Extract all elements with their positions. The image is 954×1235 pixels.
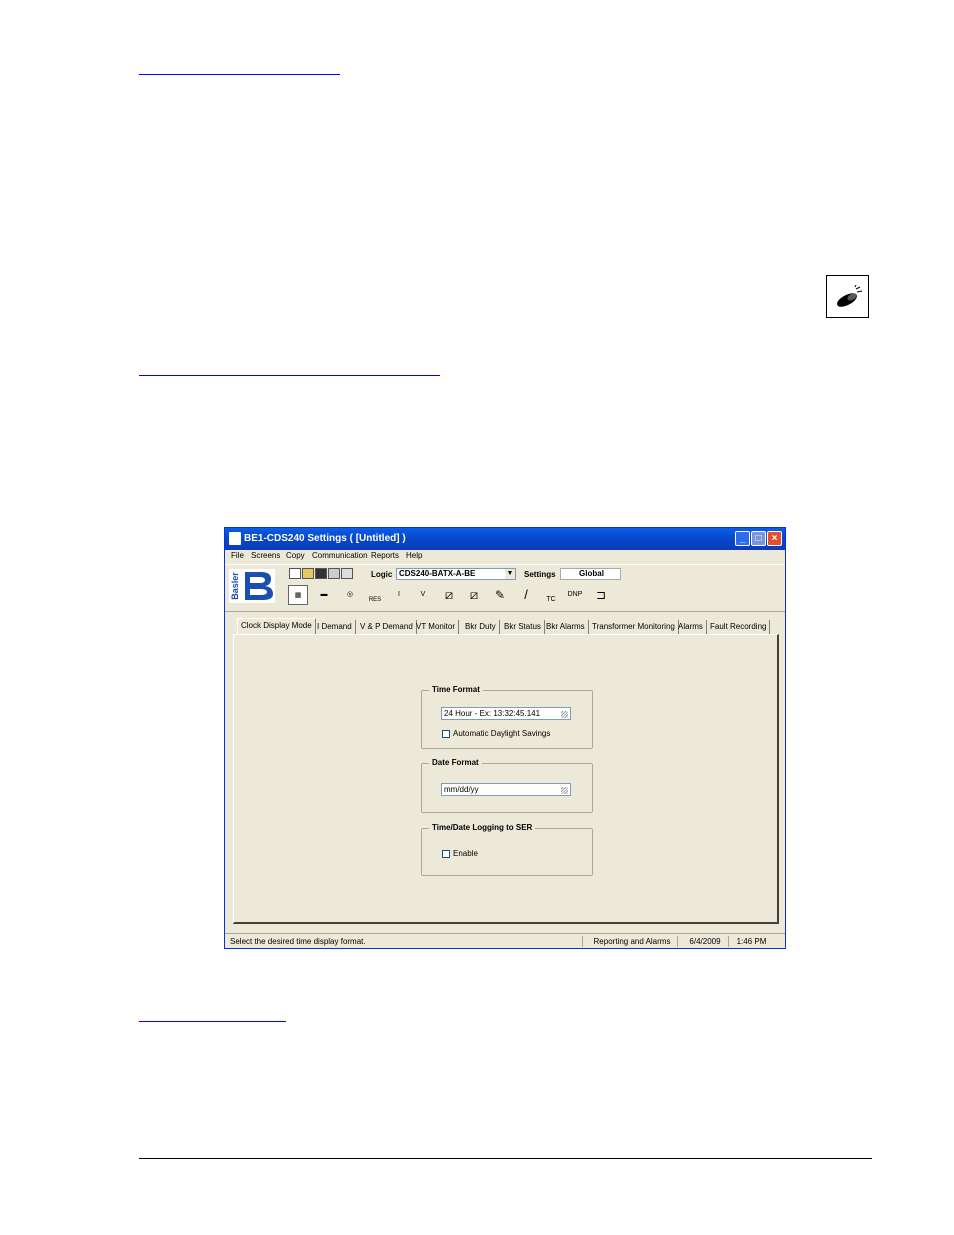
open-folder-icon[interactable]: [302, 568, 314, 579]
close-button[interactable]: ×: [767, 531, 782, 546]
reporting-icon: [826, 275, 869, 318]
time-format-title: Time Format: [429, 685, 483, 694]
menu-screens[interactable]: Screens: [251, 551, 280, 560]
logo-text: Basler: [229, 572, 240, 600]
status-message: Select the desired time display format.: [230, 937, 366, 946]
print-preview-icon[interactable]: [341, 568, 353, 579]
time-format-value: 24 Hour - Ex: 13:32:45.141: [444, 709, 541, 718]
tab-transformer-monitoring[interactable]: Transformer Monitoring: [589, 620, 679, 634]
menu-communication[interactable]: Communication: [312, 551, 368, 560]
tab-fault-recording[interactable]: Fault Recording: [707, 620, 771, 634]
status-time: 1:46 PM: [728, 936, 770, 947]
new-file-icon[interactable]: [289, 568, 301, 579]
settings-value: Global: [579, 569, 604, 578]
dropdown-grip-icon: [561, 787, 568, 794]
current-icon[interactable]: I: [389, 585, 409, 605]
status-screen: Reporting and Alarms: [582, 936, 677, 947]
tab-clock-display-mode[interactable]: Clock Display Mode: [237, 618, 316, 634]
status-date: 6/4/2009: [677, 936, 728, 947]
ser-logging-title: Time/Date Logging to SER: [429, 823, 536, 832]
dst-checkbox[interactable]: [442, 730, 450, 738]
time-format-group: Time Format 24 Hour - Ex: 13:32:45.141 A…: [421, 685, 593, 749]
tab-vt-monitor[interactable]: VT Monitor: [413, 620, 459, 634]
dnp-icon[interactable]: DNP: [565, 585, 585, 605]
tab-panel: Time Format 24 Hour - Ex: 13:32:45.141 A…: [233, 634, 779, 924]
heading-rule: [139, 74, 340, 75]
diff2-icon[interactable]: ⧄: [464, 585, 484, 605]
app-window: BE1-CDS240 Settings ( [Untitled] ) _ □ ×…: [224, 527, 786, 949]
toolbar: Basler Logic CDS240-BATX-A-BE ▼ Settings…: [225, 564, 785, 612]
menu-reports[interactable]: Reports: [371, 551, 399, 560]
tab-i-demand[interactable]: I Demand: [314, 620, 356, 634]
logic-label: Logic: [371, 570, 393, 579]
enable-label: Enable: [453, 849, 478, 858]
voltage-icon[interactable]: V: [413, 585, 433, 605]
maximize-button[interactable]: □: [751, 531, 766, 546]
date-format-title: Date Format: [429, 758, 482, 767]
ser-logging-group: Time/Date Logging to SER Enable: [421, 823, 593, 876]
tab-bkr-status[interactable]: Bkr Status: [501, 620, 545, 634]
minimize-button[interactable]: _: [735, 531, 750, 546]
menu-copy[interactable]: Copy: [286, 551, 305, 560]
heading-rule: [139, 375, 440, 376]
logic-icon[interactable]: ⊐: [591, 585, 611, 605]
footer-rule: [139, 1158, 872, 1159]
date-format-value: mm/dd/yy: [444, 785, 479, 794]
io-icon[interactable]: /: [516, 585, 536, 605]
save-icon[interactable]: [315, 568, 327, 579]
enable-checkbox[interactable]: [442, 850, 450, 858]
chevron-down-icon[interactable]: ▼: [505, 569, 515, 579]
menu-bar: File Screens Copy Communication Reports …: [225, 550, 785, 563]
tab-v-p-demand[interactable]: V & P Demand: [357, 620, 417, 634]
app-icon: [229, 532, 241, 545]
title-bar[interactable]: BE1-CDS240 Settings ( [Untitled] ) _ □ ×: [225, 528, 785, 550]
relay-icon[interactable]: ▬: [314, 585, 334, 605]
heading-rule: [139, 1021, 286, 1022]
tab-alarms[interactable]: Alarms: [675, 620, 707, 634]
settings-field: Global: [560, 568, 621, 580]
dial-icon[interactable]: ◎: [340, 585, 360, 605]
menu-file[interactable]: File: [231, 551, 244, 560]
diff-icon[interactable]: ⧄: [439, 585, 459, 605]
res-curve-icon[interactable]: RES: [365, 585, 385, 605]
menu-help[interactable]: Help: [406, 551, 422, 560]
logic-value: CDS240-BATX-A-BE: [399, 569, 476, 578]
date-format-group: Date Format mm/dd/yy: [421, 758, 593, 813]
logic-dropdown[interactable]: CDS240-BATX-A-BE ▼: [396, 568, 516, 580]
dropdown-grip-icon: [561, 711, 568, 718]
tab-bkr-alarms[interactable]: Bkr Alarms: [543, 620, 589, 634]
date-format-select[interactable]: mm/dd/yy: [441, 783, 571, 796]
window-title: BE1-CDS240 Settings ( [Untitled] ): [244, 533, 406, 544]
tab-bkr-duty[interactable]: Bkr Duty: [462, 620, 500, 634]
reporting-icon[interactable]: ✎: [490, 585, 510, 605]
tc-icon[interactable]: TC: [541, 585, 561, 605]
print-icon[interactable]: [328, 568, 340, 579]
settings-label: Settings: [524, 570, 556, 579]
basler-logo: Basler: [229, 569, 275, 603]
grid-icon[interactable]: ▦: [288, 585, 308, 605]
dst-label: Automatic Daylight Savings: [453, 729, 551, 738]
time-format-select[interactable]: 24 Hour - Ex: 13:32:45.141: [441, 707, 571, 720]
status-bar: Select the desired time display format. …: [225, 933, 785, 948]
